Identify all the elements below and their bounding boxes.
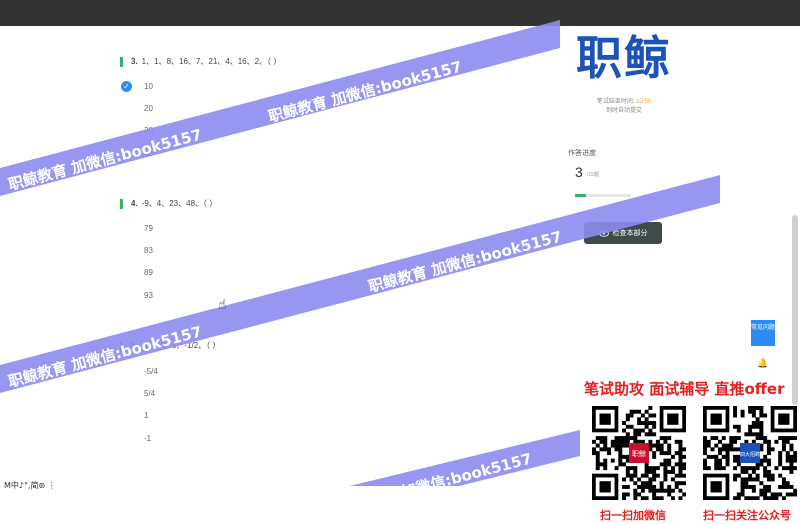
question-4-title: 4. -9、4、23、48、（ ）: [120, 198, 217, 209]
ime-toolbar[interactable]: M中♪°,简⊛ ⋮: [4, 480, 56, 491]
question-3-title: 3. 1、1、8、16、7、21、4、16、2、（ ）: [120, 56, 281, 67]
question-marker: [120, 56, 123, 67]
exam-timer: 笔试结束时间: 10:50 到时自动提交: [572, 98, 676, 116]
option-q5-b[interactable]: 5/4: [144, 389, 155, 398]
question-text: -9、4、23、48、（ ）: [141, 199, 218, 208]
selected-check-icon[interactable]: ✓: [121, 81, 132, 92]
option-q5-a[interactable]: -5/4: [144, 367, 158, 376]
progress-bar-fill: [575, 194, 587, 197]
wechat-qr-code: 职鲸: [592, 406, 686, 500]
option-q3-a[interactable]: 10: [144, 82, 153, 91]
question-text: 1、1、8、16、7、21、4、16、2、（ ）: [141, 57, 282, 66]
question-5-title: 5. -1、-4、3、-1/2、（ ）: [120, 340, 220, 351]
option-q4-b[interactable]: 83: [144, 246, 153, 255]
progress-bar: [575, 194, 631, 197]
bell-icon[interactable]: 🔔: [757, 358, 768, 369]
check-section-label: 检查本部分: [612, 230, 648, 237]
progress-value: 3: [575, 164, 583, 180]
promo-headline: 笔试助攻 面试辅导 直推offer: [584, 380, 785, 398]
timer-value: 10:50: [636, 99, 652, 105]
official-account-qr-code: 四大招聘: [703, 406, 797, 500]
progress-label: 作答进度: [568, 150, 596, 157]
faq-button[interactable]: 常见问题: [751, 320, 775, 346]
question-number: 5.: [131, 341, 138, 350]
brand-logo: 职鲸: [562, 26, 686, 90]
option-q3-b[interactable]: 20: [144, 104, 153, 113]
question-marker: [120, 340, 123, 351]
option-q4-a[interactable]: 79: [144, 224, 153, 233]
option-q3-d[interactable]: 40: [144, 149, 153, 158]
browser-top-bar: [0, 0, 800, 26]
scrollbar[interactable]: [792, 215, 798, 405]
wechat-qr-caption: 扫一扫加微信: [600, 509, 666, 522]
option-q4-d[interactable]: 93: [144, 291, 153, 300]
progress-total: /15题: [587, 172, 599, 178]
official-qr-caption: 扫一扫关注公众号: [703, 509, 791, 522]
auto-submit-note: 到时自动提交: [605, 108, 642, 114]
question-marker: [120, 198, 123, 209]
option-q5-c[interactable]: 1: [144, 411, 148, 420]
question-number: 4.: [131, 199, 138, 208]
mouse-pointer-icon: ☝: [218, 296, 227, 312]
official-qr-badge-text: 四大招聘: [740, 451, 760, 458]
timer-label: 笔试结束时间:: [596, 99, 635, 105]
wechat-qr-badge-text: 职鲸: [632, 449, 646, 458]
question-number: 3.: [131, 57, 138, 66]
option-q3-c[interactable]: 30: [144, 126, 153, 135]
check-section-button[interactable]: 检查本部分: [584, 222, 662, 244]
question-text: -1、-4、3、-1/2、（ ）: [141, 341, 221, 350]
eye-icon: [598, 229, 609, 237]
option-q5-d[interactable]: -1: [144, 434, 151, 443]
option-q4-c[interactable]: 89: [144, 268, 153, 277]
